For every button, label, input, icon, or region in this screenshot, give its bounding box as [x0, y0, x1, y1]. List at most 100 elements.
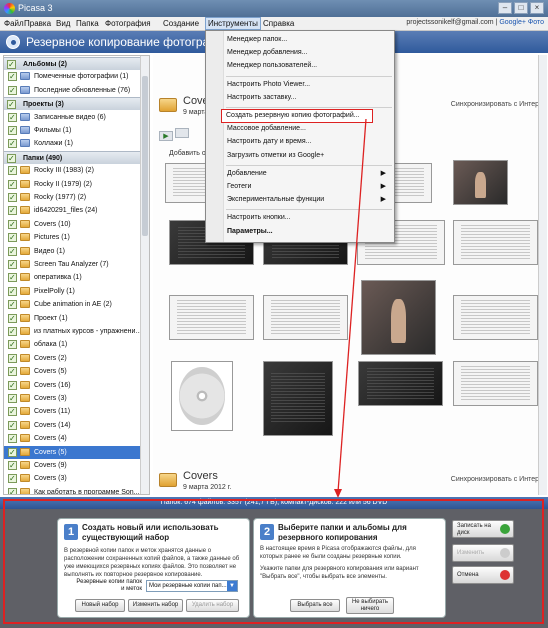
menu-item[interactable]: Настроить Photo Viewer... [206, 79, 394, 91]
checkbox[interactable] [8, 419, 17, 432]
sidebar-item[interactable]: облака (1) [4, 338, 141, 351]
close-icon[interactable]: × [530, 2, 544, 14]
menu-item[interactable]: Настроить дату и время... [206, 136, 394, 148]
checkbox[interactable] [8, 352, 17, 365]
sidebar-item[interactable]: Записанные видео (6) [4, 111, 141, 124]
sidebar-item[interactable]: Covers (3) [4, 472, 141, 485]
menu-help[interactable]: Справка [263, 19, 294, 28]
menu-folder[interactable]: Папка [76, 19, 99, 28]
sidebar-item[interactable]: Как работать в программе Son... [4, 486, 141, 494]
play-icon[interactable]: ▶ [159, 131, 173, 141]
photo-thumbnail[interactable] [358, 361, 443, 406]
menu-edit[interactable]: Правка [24, 19, 51, 28]
sidebar-item[interactable]: Cube animation in AE (2) [4, 298, 141, 311]
sidebar-item[interactable]: Covers (3) [4, 392, 141, 405]
menu-item[interactable]: Добавление ▶ [206, 168, 394, 180]
sidebar-item[interactable]: Помеченные фотографии (1) [4, 70, 141, 83]
sidebar-item[interactable]: Screen Tau Analyzer (7) [4, 258, 141, 271]
menu-item[interactable]: Экспериментальные функции ▶ [206, 194, 394, 206]
sidebar-item[interactable]: Rocky III (1983) (2) [4, 164, 141, 177]
checkbox[interactable] [8, 459, 17, 472]
photo-thumbnail[interactable] [453, 160, 508, 205]
checkbox[interactable] [7, 152, 16, 164]
checkbox[interactable] [8, 137, 17, 150]
account-email[interactable]: projectssonikelf@gmail.com [406, 19, 493, 26]
photo-thumbnail[interactable] [171, 361, 233, 431]
photo-thumbnail[interactable] [453, 361, 538, 406]
sidebar-scrollbar[interactable] [140, 56, 149, 494]
sidebar-item[interactable]: Последние обновленные (76) [4, 84, 141, 97]
checkbox[interactable] [8, 204, 17, 217]
checkbox[interactable] [8, 365, 17, 378]
sidebar-item[interactable]: Проект (1) [4, 312, 141, 325]
photo-thumbnail[interactable] [361, 280, 436, 355]
sidebar-item[interactable]: Covers (5) [4, 445, 141, 459]
checkbox[interactable] [8, 84, 17, 97]
sidebar-item[interactable]: Covers (4) [4, 432, 141, 445]
menu-item[interactable]: Менеджер пользователей... [206, 60, 394, 72]
sidebar-item[interactable]: Видео (1) [4, 245, 141, 258]
photo-thumbnail[interactable] [453, 220, 538, 265]
maximize-icon[interactable]: □ [514, 2, 528, 14]
share-icon[interactable] [175, 128, 189, 138]
checkbox[interactable] [8, 70, 17, 83]
sidebar-item[interactable]: Коллажи (1) [4, 137, 141, 150]
google-plus-link[interactable]: Google+ Фото [499, 19, 544, 26]
checkbox[interactable] [8, 312, 17, 325]
checkbox[interactable] [8, 191, 17, 204]
sidebar-item[interactable]: id6420291_files (24) [4, 204, 141, 217]
checkbox[interactable] [8, 285, 17, 298]
checkbox[interactable] [8, 379, 17, 392]
menu-item[interactable]: Настроить кнопки... [206, 212, 394, 224]
checkbox[interactable] [8, 124, 17, 137]
minimize-icon[interactable]: – [498, 2, 512, 14]
checkbox[interactable] [8, 258, 17, 271]
sidebar-section[interactable]: Проекты (3) [4, 97, 141, 111]
sidebar-item[interactable]: Rocky II (1979) (2) [4, 178, 141, 191]
menu-item-create-backup[interactable]: Создать резервную копию фотографий... [221, 109, 373, 123]
add-description-link[interactable]: Добавить о [169, 150, 206, 157]
checkbox[interactable] [8, 472, 17, 485]
checkbox[interactable] [8, 178, 17, 191]
checkbox[interactable] [8, 164, 17, 177]
checkbox[interactable] [8, 271, 17, 284]
menu-photo[interactable]: Фотография [105, 19, 151, 28]
sidebar-item[interactable]: Covers (14) [4, 419, 141, 432]
menu-file[interactable]: Файл [4, 19, 24, 28]
menu-item[interactable]: Массовое добавление... [206, 123, 394, 135]
sidebar-section[interactable]: Альбомы (2) [4, 57, 141, 70]
menu-item[interactable]: Менеджер папок... [206, 34, 394, 46]
checkbox[interactable] [8, 432, 17, 445]
sidebar-item[interactable]: Covers (11) [4, 405, 141, 418]
photo-thumbnail[interactable] [263, 295, 348, 340]
sidebar-item[interactable]: Covers (9) [4, 459, 141, 472]
checkbox[interactable] [8, 218, 17, 231]
sidebar-item[interactable]: Covers (2) [4, 352, 141, 365]
menu-item[interactable]: Настроить заставку... [206, 92, 394, 104]
checkbox[interactable] [8, 392, 17, 405]
checkbox[interactable] [8, 298, 17, 311]
sidebar-item[interactable]: оперативка (1) [4, 271, 141, 284]
checkbox[interactable] [7, 98, 16, 110]
sidebar-item[interactable]: Pictures (1) [4, 231, 141, 244]
sidebar-item[interactable]: Фильмы (1) [4, 124, 141, 137]
sync-toggle[interactable]: Синхронизировать с Интер [451, 476, 539, 483]
sidebar-item[interactable]: Rocky (1977) (2) [4, 191, 141, 204]
menu-tools[interactable]: Инструменты [205, 17, 261, 30]
sidebar-section[interactable]: Папки (490) [4, 150, 141, 164]
library-scrollbar[interactable] [538, 55, 547, 495]
sidebar-item[interactable]: Covers (16) [4, 379, 141, 392]
checkbox[interactable] [8, 245, 17, 258]
checkbox[interactable] [8, 338, 17, 351]
menu-create[interactable]: Создание [163, 19, 199, 28]
menu-item[interactable]: Менеджер добавления... [206, 47, 394, 59]
photo-thumbnail[interactable] [169, 295, 254, 340]
sidebar-item[interactable]: Covers (5) [4, 365, 141, 378]
sync-toggle[interactable]: Синхронизировать с Интер [451, 101, 539, 108]
checkbox[interactable] [8, 446, 17, 459]
sidebar-item[interactable]: Covers (10) [4, 218, 141, 231]
checkbox[interactable] [8, 231, 17, 244]
menu-item[interactable]: Геотеги ▶ [206, 181, 394, 193]
sidebar-item[interactable]: PixelPolly (1) [4, 285, 141, 298]
photo-thumbnail[interactable] [263, 361, 333, 436]
